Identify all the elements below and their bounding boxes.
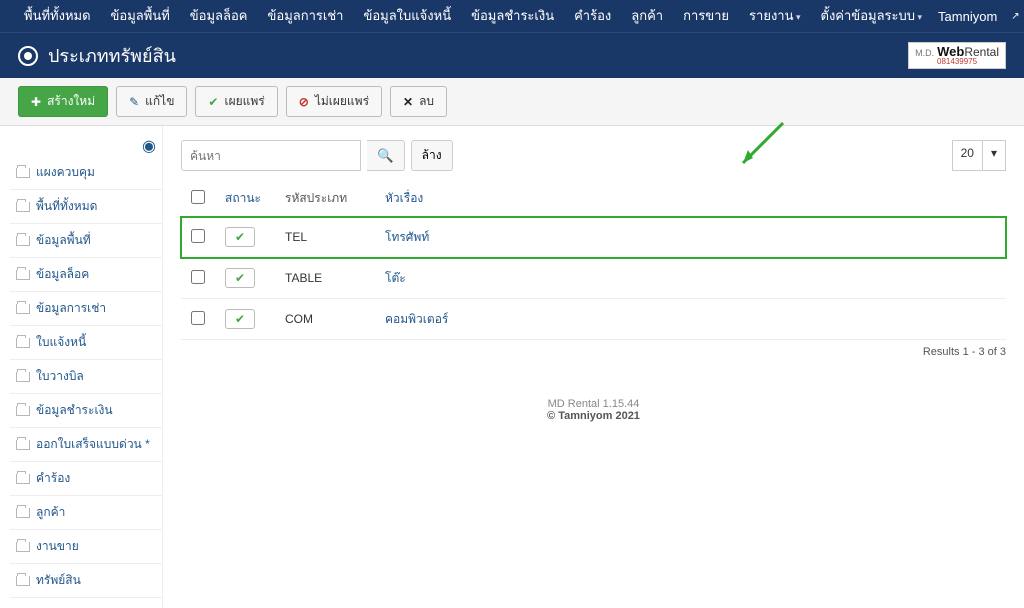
topnav-item[interactable]: ลูกค้า (621, 0, 673, 33)
folder-icon (16, 508, 30, 518)
select-all-checkbox[interactable] (191, 190, 205, 204)
status-toggle[interactable]: ✔ (225, 227, 255, 247)
topnav-item[interactable]: ข้อมูลใบแจ้งหนี้ (353, 0, 461, 33)
folder-icon (16, 372, 30, 382)
sidebar-item[interactable]: ใบแจ้งหนี้ (10, 326, 162, 360)
folder-icon (16, 474, 30, 484)
sidebar-item[interactable]: คำร้อง (10, 462, 162, 496)
chevron-down-icon: ▾ (983, 140, 1006, 171)
folder-icon (16, 406, 30, 416)
folder-icon (16, 542, 30, 552)
row-code: TABLE (275, 258, 375, 299)
topnav-item[interactable]: ข้อมูลการเช่า (258, 0, 354, 33)
sidebar-item[interactable]: ทรัพย์สิน (10, 564, 162, 598)
publish-button[interactable]: ✔เผยแพร่ (195, 86, 277, 117)
status-toggle[interactable]: ✔ (225, 268, 255, 288)
x-red-icon: ⊘ (299, 96, 309, 108)
top-navigation: พื้นที่ทั้งหมดข้อมูลพื้นที่ข้อมูลล็อคข้อ… (0, 0, 1024, 32)
user-link-icon: ↗ (1011, 11, 1019, 22)
folder-icon (16, 236, 30, 246)
check-icon: ✔ (208, 96, 218, 108)
search-button[interactable]: 🔍 (367, 140, 405, 171)
new-button[interactable]: ✚สร้างใหม่ (18, 86, 108, 117)
table-row: ✔ TEL โทรศัพท์ (181, 217, 1006, 258)
folder-icon (16, 338, 30, 348)
sidebar-item-label: ข้อมูลการเช่า (36, 299, 106, 318)
pencil-icon: ✎ (129, 96, 139, 108)
sidebar-item[interactable]: ใบวางบิล (10, 360, 162, 394)
col-code: รหัสประเภท (275, 181, 375, 217)
sidebar-item-label: ข้อมูลพื้นที่ (36, 231, 91, 250)
sidebar-item-label: ลูกค้า (36, 503, 65, 522)
footer: MD Rental 1.15.44 © Tamniyom 2021 (181, 398, 1006, 422)
action-toolbar: ✚สร้างใหม่ ✎แก้ไข ✔เผยแพร่ ⊘ไม่เผยแพร่ ✕… (0, 78, 1024, 126)
page-limit-select[interactable]: 20 ▾ (952, 140, 1006, 171)
row-checkbox[interactable] (191, 229, 205, 243)
topnav-item[interactable]: ข้อมูลพื้นที่ (101, 0, 180, 33)
data-table: สถานะ รหัสประเภท หัวเรื่อง ✔TELโทรศัพท์✔… (181, 181, 1006, 340)
row-title-link[interactable]: โต๊ะ (385, 271, 406, 285)
topnav-item[interactable]: รายงาน (739, 0, 810, 33)
sidebar-item[interactable]: ออกใบเสร็จแบบด่วน * (10, 428, 162, 462)
sidebar-item[interactable]: แผงควบคุม (10, 156, 162, 190)
sidebar-item-label: งานขาย (36, 537, 79, 556)
folder-icon (16, 168, 30, 178)
folder-icon (16, 304, 30, 314)
sidebar-item-label: คำร้อง (36, 469, 70, 488)
brand-logo: M.D. WebRental 081439975 (908, 42, 1006, 69)
row-code: COM (275, 299, 375, 340)
topnav-item[interactable]: ข้อมูลล็อค (180, 0, 258, 33)
plus-icon: ✚ (31, 96, 41, 108)
topnav-item[interactable]: พื้นที่ทั้งหมด (14, 0, 101, 33)
delete-button[interactable]: ✕ลบ (390, 86, 447, 117)
folder-icon (16, 440, 30, 450)
row-title-link[interactable]: คอมพิวเตอร์ (385, 312, 448, 326)
sidebar-item-label: พื้นที่ทั้งหมด (36, 197, 97, 216)
user-link[interactable]: Tamniyom (932, 9, 1003, 24)
search-input[interactable] (181, 140, 361, 171)
results-count: Results 1 - 3 of 3 (181, 346, 1006, 358)
x-icon: ✕ (403, 96, 413, 108)
clear-button[interactable]: ล้าง (411, 140, 453, 171)
sidebar-item[interactable]: ข้อมูลพื้นที่ (10, 224, 162, 258)
sidebar-item-label: ข้อมูลชำระเงิน (36, 401, 113, 420)
page-icon (18, 46, 38, 66)
folder-icon (16, 270, 30, 280)
table-row: ✔ TABLE โต๊ะ (181, 258, 1006, 299)
sidebar-item[interactable]: ข้อมูลล็อค (10, 258, 162, 292)
row-checkbox[interactable] (191, 311, 205, 325)
table-row: ✔ COM คอมพิวเตอร์ (181, 299, 1006, 340)
col-status[interactable]: สถานะ (215, 181, 275, 217)
folder-icon (16, 576, 30, 586)
sidebar-item-label: ใบแจ้งหนี้ (36, 333, 86, 352)
page-title: ประเภททรัพย์สิน (48, 41, 176, 70)
sidebar-item[interactable]: ลูกค้า (10, 496, 162, 530)
sidebar-item-label: ทรัพย์สิน (36, 571, 81, 590)
unpublish-button[interactable]: ⊘ไม่เผยแพร่ (286, 86, 382, 117)
sidebar-item-label: ออกใบเสร็จแบบด่วน * (36, 435, 150, 454)
sidebar-item-label: แผงควบคุม (36, 163, 95, 182)
title-bar: ประเภททรัพย์สิน M.D. WebRental 081439975 (0, 32, 1024, 78)
topnav-item[interactable]: การขาย (673, 0, 739, 33)
row-checkbox[interactable] (191, 270, 205, 284)
sidebar-item[interactable]: ข้อมูลชำระเงิน (10, 394, 162, 428)
sidebar-item[interactable]: ข้อมูลการเช่า (10, 292, 162, 326)
sidebar-item-label: ข้อมูลล็อค (36, 265, 89, 284)
row-title-link[interactable]: โทรศัพท์ (385, 230, 429, 244)
topnav-item[interactable]: ตั้งค่าข้อมูลระบบ (811, 0, 933, 33)
topnav-item[interactable]: ข้อมูลชำระเงิน (461, 0, 564, 33)
folder-icon (16, 202, 30, 212)
col-title[interactable]: หัวเรื่อง (375, 181, 1006, 217)
sidebar-item[interactable]: พื้นที่ทั้งหมด (10, 190, 162, 224)
search-icon: 🔍 (377, 148, 394, 163)
edit-button[interactable]: ✎แก้ไข (116, 86, 187, 117)
topnav-item[interactable]: คำร้อง (564, 0, 621, 33)
status-toggle[interactable]: ✔ (225, 309, 255, 329)
sidebar-collapse[interactable]: ◉ (10, 136, 162, 156)
sidebar-item-label: ใบวางบิล (36, 367, 84, 386)
sidebar-item[interactable]: งานขาย (10, 530, 162, 564)
row-code: TEL (275, 217, 375, 258)
